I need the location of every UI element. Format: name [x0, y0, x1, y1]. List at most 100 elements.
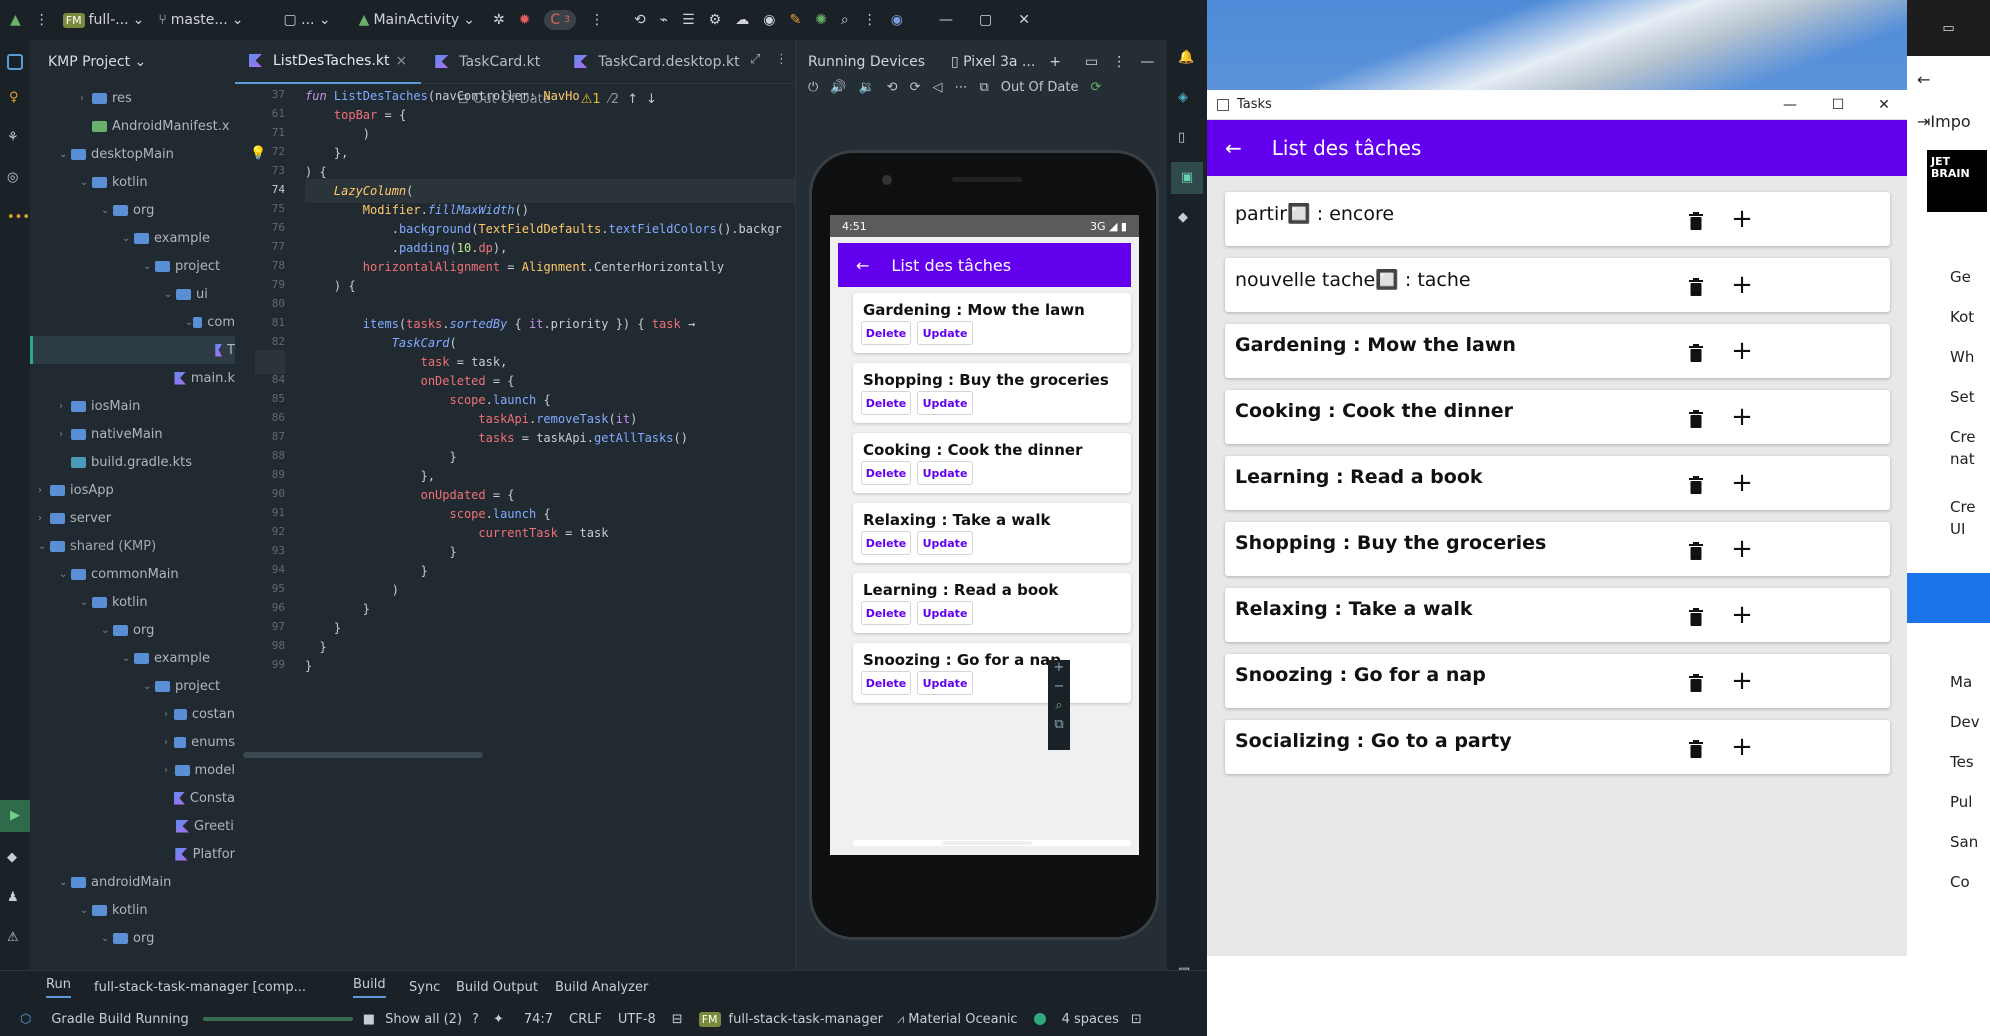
tree-item[interactable]: › model [30, 756, 235, 784]
file-encoding[interactable]: UTF-8 [618, 1012, 656, 1027]
bottom-tab[interactable]: Run [46, 977, 71, 998]
zoom-out-icon[interactable]: − [1054, 679, 1065, 694]
delete-trash-icon[interactable] [1689, 740, 1703, 758]
running-devices-icon[interactable]: ▣ [1171, 162, 1203, 194]
add-plus-icon[interactable]: + [1731, 404, 1753, 430]
tree-expand-icon[interactable]: ⌄ [185, 317, 193, 328]
tab-more-icon[interactable]: ⋮ [775, 52, 788, 67]
status-project-name[interactable]: full-stack-task-manager [729, 1012, 883, 1027]
record-icon[interactable]: ◉ [763, 12, 775, 28]
doc-sidebar-item[interactable]: Wh [1950, 348, 1974, 366]
gem-icon[interactable]: ◆ [7, 850, 17, 865]
add-plus-icon[interactable]: + [1731, 206, 1753, 232]
doc-sidebar-item[interactable]: Dev [1950, 713, 1980, 731]
lock-icon[interactable]: ⊡ [1131, 1012, 1142, 1027]
bottom-tab[interactable]: full-stack-task-manager [comp... [94, 980, 306, 995]
more-tools-icon[interactable]: ••• [7, 210, 30, 225]
project-panel-header[interactable]: KMP Project ⌄ [30, 40, 235, 84]
tree-expand-icon[interactable]: ⌄ [80, 905, 92, 916]
tree-item[interactable]: › costan [30, 700, 235, 728]
doc-sidebar-item[interactable]: San [1950, 833, 1978, 851]
add-plus-icon[interactable]: + [1731, 338, 1753, 364]
maximize-icon[interactable]: ▢ [979, 12, 992, 28]
tree-item[interactable]: Platfor [30, 840, 235, 868]
volume-down-icon[interactable]: 🔉 [858, 80, 874, 95]
tree-item[interactable]: ⌄ shared (KMP) [30, 532, 235, 560]
delete-trash-icon[interactable] [1689, 344, 1703, 362]
tree-item[interactable]: ⌄ desktopMain [30, 140, 235, 168]
help-icon[interactable]: ? [472, 1012, 479, 1027]
main-menu-icon[interactable]: ⋮ [35, 12, 49, 28]
tree-expand-icon[interactable]: ⌄ [122, 233, 134, 244]
settings-icon[interactable]: ⚙ [709, 12, 722, 28]
back-arrow-icon[interactable]: ← [856, 256, 869, 275]
doc-sidebar-item[interactable]: Co [1950, 873, 1970, 891]
add-plus-icon[interactable]: + [1731, 470, 1753, 496]
add-plus-icon[interactable]: + [1731, 668, 1753, 694]
panel-more-icon[interactable]: ⋮ [1112, 54, 1126, 70]
layout-icon[interactable]: ▭ [1085, 54, 1098, 70]
rotate-right-icon[interactable]: ⟳ [910, 80, 921, 95]
tree-item[interactable]: ⌄ kotlin [30, 896, 235, 924]
doc-sidebar-item[interactable]: UI [1950, 520, 1965, 538]
delete-trash-icon[interactable] [1689, 410, 1703, 428]
problems-icon[interactable]: ⚠ [7, 930, 19, 945]
add-plus-icon[interactable]: + [1731, 734, 1753, 760]
bug-icon[interactable]: ✺ [815, 12, 827, 28]
delete-button[interactable]: Delete [861, 321, 911, 345]
theme-name[interactable]: Material Oceanic [908, 1012, 1017, 1027]
gemini-icon[interactable]: ◈ [1178, 90, 1188, 105]
update-button[interactable]: Update [917, 461, 973, 485]
tree-expand-icon[interactable]: › [59, 401, 71, 412]
run-tool-icon[interactable]: ▶ [0, 800, 30, 832]
doc-sidebar-item[interactable]: Cre [1950, 498, 1976, 516]
delete-button[interactable]: Delete [861, 531, 911, 555]
tree-item[interactable]: ⌄ project [30, 672, 235, 700]
tree-expand-icon[interactable]: ⌄ [38, 541, 50, 552]
rotate-left-icon[interactable]: ⟲ [887, 80, 898, 95]
minimize-icon[interactable]: — [939, 12, 953, 28]
bottom-tab[interactable]: Build Output [456, 980, 538, 995]
tree-item[interactable]: › res [30, 84, 235, 112]
zoom-fit-icon[interactable]: ⌕ [1055, 698, 1062, 713]
tree-item[interactable]: ⌄ org [30, 616, 235, 644]
tree-item[interactable]: ⌄ example [30, 644, 235, 672]
tab-actions-icon[interactable]: ▭ [1942, 21, 1954, 36]
bottom-tab[interactable]: Build Analyzer [555, 980, 648, 995]
build-icon[interactable]: ✎ [789, 12, 801, 28]
home-gesture-bar[interactable] [942, 841, 1032, 845]
tree-expand-icon[interactable]: ⌄ [101, 205, 113, 216]
doc-sidebar-item[interactable]: Cre [1950, 428, 1976, 446]
tree-item[interactable]: build.gradle.kts [30, 448, 235, 476]
run-config-selector[interactable]: ▲ MainActivity ⌄ [359, 12, 475, 28]
device-tab[interactable]: ▯ Pixel 3a ... [951, 54, 1035, 70]
project-selector[interactable]: FM full-... ⌄ [62, 12, 144, 28]
tree-expand-icon[interactable]: ⌄ [59, 569, 71, 580]
tree-expand-icon[interactable]: › [164, 737, 174, 748]
zoom-actual-icon[interactable]: ⧉ [1054, 717, 1063, 732]
delete-trash-icon[interactable] [1689, 674, 1703, 692]
tree-item[interactable]: ⌄ kotlin [30, 168, 235, 196]
tree-expand-icon[interactable]: › [80, 93, 92, 104]
delete-trash-icon[interactable] [1689, 212, 1703, 230]
update-button[interactable]: Update [917, 531, 973, 555]
gradle-build-status[interactable]: Gradle Build Running [51, 1012, 188, 1027]
update-button[interactable]: Update [917, 601, 973, 625]
delete-trash-icon[interactable] [1689, 608, 1703, 626]
line-separator[interactable]: CRLF [569, 1012, 602, 1027]
bottom-tab[interactable]: Build [353, 977, 386, 998]
tree-item[interactable]: ⌄ example [30, 224, 235, 252]
tree-item[interactable]: › iosMain [30, 392, 235, 420]
structure-icon[interactable]: ⚘ [7, 130, 19, 145]
close-icon[interactable]: ✕ [1018, 12, 1030, 28]
volume-up-icon[interactable]: 🔊 [830, 80, 846, 95]
back-arrow-icon[interactable]: ← [1917, 70, 1930, 89]
update-button[interactable]: Update [917, 391, 973, 415]
tab-close-icon[interactable]: × [396, 53, 408, 69]
delete-button[interactable]: Delete [861, 601, 911, 625]
update-button[interactable]: Update [917, 321, 973, 345]
screenshot-icon[interactable]: ⧉ [979, 80, 988, 95]
debug-icon[interactable]: ✹ [519, 12, 531, 28]
tree-expand-icon[interactable]: ⌄ [101, 933, 113, 944]
notifications-bell-icon[interactable]: 🔔 [1178, 50, 1194, 65]
